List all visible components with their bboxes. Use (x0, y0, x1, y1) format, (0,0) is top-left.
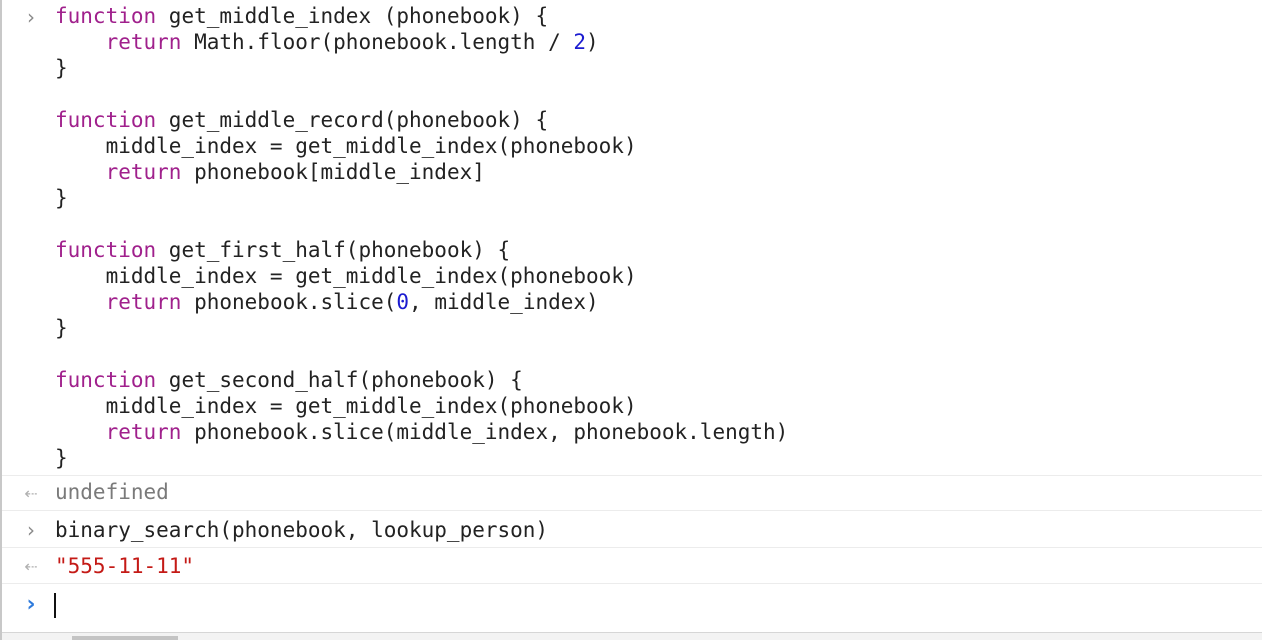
console-entry-result: ⇠ "555-11-11" (2, 548, 1262, 584)
console-entry-result: ⇠ undefined (2, 476, 1262, 511)
console-panel: › function get_middle_index (phonebook) … (0, 0, 1262, 640)
code-line: } (55, 316, 68, 340)
scrollbar-thumb[interactable] (72, 636, 178, 640)
console-entry-command: › binary_search(phonebook, lookup_person… (2, 511, 1262, 548)
code-line: function get_second_half(phonebook) { (55, 368, 523, 392)
command-text: binary_search(phonebook, lookup_person) (55, 518, 549, 542)
horizontal-scrollbar[interactable] (2, 632, 1262, 640)
code-line: function get_first_half(phonebook) { (55, 238, 511, 262)
result-value[interactable]: undefined (55, 479, 169, 505)
code-line: return phonebook.slice(middle_index, pho… (105, 420, 789, 444)
prompt-input[interactable] (55, 593, 1235, 619)
code-line: middle_index = get_middle_index(phoneboo… (55, 394, 637, 418)
text-caret (54, 593, 56, 618)
console-prompt[interactable]: › (2, 584, 1262, 630)
console-entry-code: › function get_middle_index (phonebook) … (2, 0, 1262, 476)
code-line: return phonebook.slice(0, middle_index) (105, 290, 599, 314)
code-line: middle_index = get_middle_index(phoneboo… (55, 134, 637, 158)
result-string[interactable]: "555-11-11" (55, 553, 194, 579)
code-line: middle_index = get_middle_index(phoneboo… (55, 264, 637, 288)
prompt-chevron-icon: › (26, 592, 36, 617)
code-line: } (55, 446, 68, 470)
code-line: function get_middle_index (phonebook) { (55, 4, 549, 28)
code-line: function get_middle_record(phonebook) { (55, 108, 549, 132)
return-arrow-icon: ⇠ (24, 484, 38, 503)
code-line: } (55, 56, 68, 80)
code-line: } (55, 186, 68, 210)
code-line: return phonebook[middle_index] (105, 160, 485, 184)
chevron-right-icon: › (27, 5, 35, 29)
return-arrow-icon: ⇠ (24, 557, 38, 576)
code-line: return Math.floor(phonebook.length / 2) (105, 30, 599, 54)
chevron-right-icon: › (27, 518, 35, 542)
